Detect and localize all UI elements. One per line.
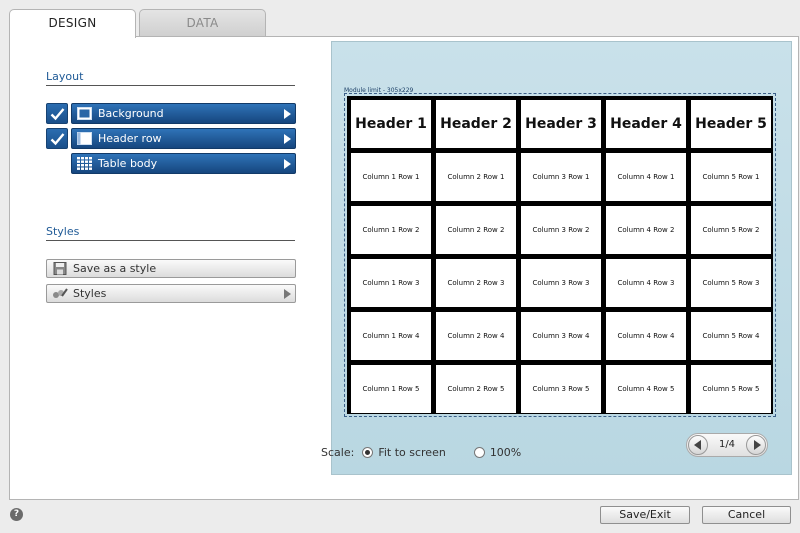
table-body-cell: Column 2 Row 2 — [436, 206, 516, 254]
table-body-icon — [77, 157, 92, 170]
save-as-style-label: Save as a style — [73, 262, 157, 275]
floppy-disk-icon — [53, 262, 67, 275]
table-body-cell: Column 4 Row 5 — [606, 365, 686, 413]
styles-divider — [46, 240, 295, 241]
table-body-cell: Column 5 Row 5 — [691, 365, 771, 413]
chevron-right-icon — [284, 289, 291, 299]
table-body-cell: Column 2 Row 4 — [436, 312, 516, 360]
table-body-cell: Column 3 Row 4 — [521, 312, 601, 360]
fit-to-screen-radio[interactable] — [362, 447, 374, 458]
table-body-cell: Column 3 Row 3 — [521, 259, 601, 307]
styles-brush-icon — [53, 288, 68, 298]
layout-section-title: Layout — [46, 70, 84, 83]
header-row-button[interactable]: Header row — [71, 128, 296, 149]
table-body-cell: Column 1 Row 4 — [351, 312, 431, 360]
save-exit-button[interactable]: Save/Exit — [600, 506, 690, 524]
header-row-label: Header row — [98, 132, 162, 145]
table-body-cell: Column 3 Row 2 — [521, 206, 601, 254]
header-row-checkbox[interactable] — [46, 128, 68, 149]
background-icon — [77, 107, 92, 120]
percent-100-radio[interactable] — [473, 447, 485, 458]
header-row-icon — [77, 132, 92, 145]
save-as-style-button[interactable]: Save as a style — [46, 259, 296, 278]
page-navigator: 1/4 — [686, 433, 768, 457]
preview-table: Header 1 Header 2 Header 3 Header 4 Header 5… — [347, 96, 773, 414]
table-body-cell: Column 5 Row 2 — [691, 206, 771, 254]
background-label: Background — [98, 107, 164, 120]
table-body-cell: Column 1 Row 2 — [351, 206, 431, 254]
chevron-right-icon — [284, 159, 291, 169]
chevron-right-icon — [284, 109, 291, 119]
table-header-cell: Header 2 — [436, 100, 516, 148]
scale-label: Scale: — [321, 446, 355, 459]
table-body-cell: Column 5 Row 4 — [691, 312, 771, 360]
table-body-cell: Column 2 Row 5 — [436, 365, 516, 413]
table-body-label: Table body — [98, 157, 158, 170]
table-body-cell: Column 1 Row 3 — [351, 259, 431, 307]
fit-to-screen-label[interactable]: Fit to screen — [378, 446, 446, 459]
table-body-cell: Column 4 Row 3 — [606, 259, 686, 307]
chevron-right-icon — [284, 134, 291, 144]
checkmark-icon — [50, 133, 65, 146]
percent-100-label[interactable]: 100% — [490, 446, 521, 459]
table-body-cell: Column 4 Row 1 — [606, 153, 686, 201]
styles-section-title: Styles — [46, 225, 80, 238]
table-body-cell: Column 2 Row 3 — [436, 259, 516, 307]
table-header-cell: Header 3 — [521, 100, 601, 148]
module-limit-frame: Header 1 Header 2 Header 3 Header 4 Header 5… — [344, 93, 776, 417]
help-icon[interactable]: ? — [10, 508, 23, 521]
table-body-button[interactable]: Table body — [71, 153, 296, 174]
table-body-cell: Column 1 Row 1 — [351, 153, 431, 201]
checkmark-icon — [50, 108, 65, 121]
next-page-button[interactable] — [746, 435, 766, 455]
cancel-button[interactable]: Cancel — [702, 506, 791, 524]
table-designer-dialog: DESIGN DATA Layout Background Header row — [0, 0, 800, 533]
table-body-cell: Column 4 Row 4 — [606, 312, 686, 360]
table-body-cell: Column 3 Row 1 — [521, 153, 601, 201]
layout-divider — [46, 85, 295, 86]
table-body-cell: Column 3 Row 5 — [521, 365, 601, 413]
table-header-cell: Header 5 — [691, 100, 771, 148]
styles-label: Styles — [73, 287, 107, 300]
table-body-cell: Column 2 Row 1 — [436, 153, 516, 201]
chevron-right-icon — [754, 440, 761, 450]
background-checkbox[interactable] — [46, 103, 68, 124]
tab-data[interactable]: DATA — [139, 9, 266, 37]
table-body-cell: Column 5 Row 1 — [691, 153, 771, 201]
tab-design[interactable]: DESIGN — [9, 9, 136, 38]
table-body-cell: Column 1 Row 5 — [351, 365, 431, 413]
table-header-cell: Header 4 — [606, 100, 686, 148]
styles-button[interactable]: Styles — [46, 284, 296, 303]
background-button[interactable]: Background — [71, 103, 296, 124]
design-panel: Layout Background Header row Table body … — [9, 36, 799, 500]
scale-options: Scale: Fit to screen 100% — [321, 446, 521, 459]
table-body-cell: Column 5 Row 3 — [691, 259, 771, 307]
table-preview-area: Module limit - 305x229 Header 1 Header 2H… — [331, 41, 792, 475]
table-body-cell: Column 4 Row 2 — [606, 206, 686, 254]
table-header-cell: Header 1 — [351, 100, 431, 148]
